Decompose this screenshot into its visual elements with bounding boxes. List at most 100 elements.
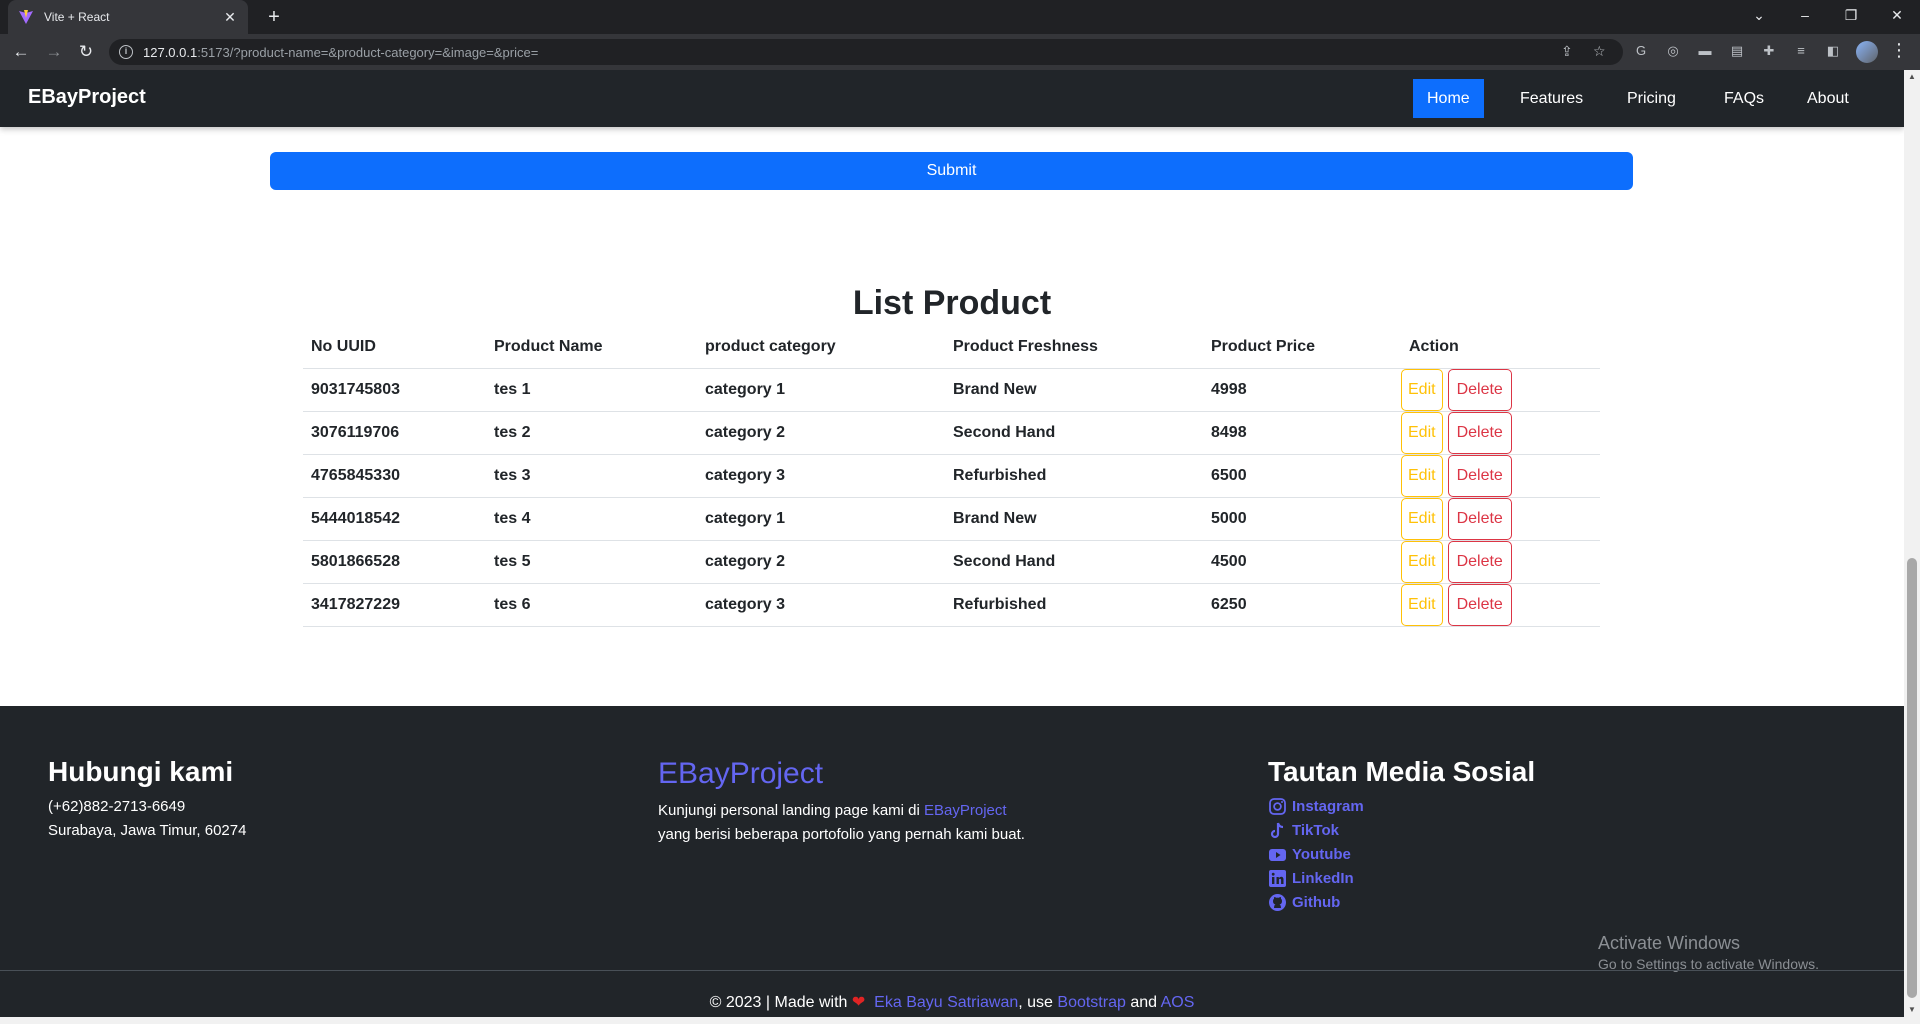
forward-icon[interactable]: →	[42, 40, 66, 64]
author-link[interactable]: Eka Bayu Satriawan	[874, 994, 1018, 1011]
edit-button[interactable]: Edit	[1401, 454, 1443, 497]
cell-uuid: 9031745803	[303, 368, 486, 412]
social-link-youtube[interactable]: Youtube	[1268, 845, 1351, 864]
share-icon[interactable]: ⇪	[1561, 43, 1573, 60]
url-path: :5173/?product-name=&product-category=&i…	[197, 44, 539, 60]
nav-link-faqs[interactable]: FAQs	[1710, 79, 1778, 118]
nav-link-home[interactable]: Home	[1413, 79, 1484, 118]
nav-link-about[interactable]: About	[1793, 79, 1863, 118]
cell-product-name: tes 3	[486, 454, 697, 498]
description-prefix: Kunjungi personal landing page kami di	[658, 802, 925, 819]
minimize-icon[interactable]: –	[1782, 0, 1828, 30]
delete-button[interactable]: Delete	[1447, 411, 1512, 454]
contact-address: Surabaya, Jawa Timur, 60274	[48, 822, 247, 839]
cell-product-category: category 2	[697, 540, 945, 584]
list-product-title: List Product	[852, 284, 1052, 322]
header-product-price: Product Price	[1203, 326, 1401, 369]
cell-action: Edit Delete	[1401, 583, 1600, 627]
tiktok-icon	[1268, 821, 1287, 840]
tab-search-icon[interactable]: ⌄	[1736, 0, 1782, 30]
bookmark-star-icon[interactable]: ☆	[1593, 43, 1606, 60]
ebayproject-link[interactable]: EBayProject	[924, 802, 1007, 819]
site-navbar: EBayProject Home Features Pricing FAQs A…	[0, 70, 1904, 127]
close-tab-icon[interactable]: ✕	[222, 9, 238, 26]
social-link-tiktok[interactable]: TikTok	[1268, 821, 1339, 840]
cell-product-category: category 3	[697, 454, 945, 498]
social-label: Github	[1292, 894, 1341, 911]
cell-action: Edit Delete	[1401, 540, 1600, 584]
cell-product-price: 5000	[1203, 497, 1401, 541]
reload-icon[interactable]: ↻	[74, 40, 98, 64]
social-label: LinkedIn	[1292, 870, 1354, 887]
scroll-up-arrow-icon[interactable]: ▲	[1904, 70, 1920, 84]
footer-brand-title: EBayProject	[658, 757, 824, 790]
cell-product-price: 6250	[1203, 583, 1401, 627]
social-label: TikTok	[1292, 822, 1339, 839]
cell-action: Edit Delete	[1401, 411, 1600, 455]
cell-uuid: 5801866528	[303, 540, 486, 584]
github-icon	[1268, 893, 1287, 912]
horizontal-scrollbar[interactable]	[0, 1017, 1920, 1024]
youtube-icon	[1268, 845, 1287, 864]
new-tab-icon[interactable]: +	[262, 5, 286, 29]
cell-product-category: category 3	[697, 583, 945, 627]
vertical-scrollbar[interactable]: ▲ ▼	[1904, 70, 1920, 1017]
puzzle-extensions-icon[interactable]: ✚	[1760, 42, 1778, 60]
nav-link-pricing[interactable]: Pricing	[1613, 79, 1690, 118]
edit-button[interactable]: Edit	[1401, 497, 1443, 540]
cell-product-freshness: Second Hand	[945, 411, 1203, 455]
cell-product-freshness: Brand New	[945, 497, 1203, 541]
delete-button[interactable]: Delete	[1447, 454, 1512, 497]
header-product-category: product category	[697, 326, 945, 369]
scroll-down-arrow-icon[interactable]: ▼	[1904, 1003, 1920, 1017]
delete-button[interactable]: Delete	[1447, 497, 1512, 540]
social-label: Youtube	[1292, 846, 1351, 863]
back-icon[interactable]: ←	[9, 40, 33, 64]
table-row: 5801866528 tes 5 category 2 Second Hand …	[303, 540, 1600, 584]
cell-product-price: 6500	[1203, 454, 1401, 498]
submit-button[interactable]: Submit	[270, 152, 1633, 190]
cell-product-freshness: Refurbished	[945, 454, 1203, 498]
side-panel-icon[interactable]: ◧	[1824, 42, 1842, 60]
cell-uuid: 3417827229	[303, 583, 486, 627]
social-link-instagram[interactable]: Instagram	[1268, 797, 1364, 816]
heart-icon: ❤	[851, 994, 866, 1011]
translate-extension-icon[interactable]: G	[1632, 42, 1650, 60]
browser-tab[interactable]: Vite + React ✕	[8, 0, 248, 34]
color-extension-icon[interactable]: ◎	[1664, 42, 1682, 60]
scrollbar-thumb[interactable]	[1907, 558, 1917, 998]
table-header-row: No UUID Product Name product category Pr…	[303, 326, 1600, 369]
delete-button[interactable]: Delete	[1447, 540, 1512, 583]
table-row: 3417827229 tes 6 category 3 Refurbished …	[303, 583, 1600, 627]
site-info-icon[interactable]: i	[119, 45, 133, 59]
cell-uuid: 3076119706	[303, 411, 486, 455]
address-bar[interactable]: i 127.0.0.1:5173/?product-name=&product-…	[109, 39, 1623, 65]
edit-button[interactable]: Edit	[1401, 368, 1443, 411]
extension-icon[interactable]: ▬	[1696, 42, 1714, 60]
browser-menu-icon[interactable]: ⋮	[1890, 40, 1908, 61]
close-window-icon[interactable]: ✕	[1874, 0, 1920, 30]
navbar-brand[interactable]: EBayProject	[28, 86, 146, 109]
edit-button[interactable]: Edit	[1401, 411, 1443, 454]
restore-icon[interactable]: ❐	[1828, 0, 1874, 30]
nav-link-features[interactable]: Features	[1506, 79, 1597, 118]
profile-avatar[interactable]	[1856, 41, 1878, 63]
social-link-github[interactable]: Github	[1268, 893, 1340, 912]
contact-phone: (+62)882-2713-6649	[48, 798, 186, 815]
cell-product-freshness: Brand New	[945, 368, 1203, 412]
aos-link[interactable]: AOS	[1161, 994, 1195, 1011]
delete-button[interactable]: Delete	[1447, 583, 1512, 626]
cell-product-name: tes 2	[486, 411, 697, 455]
reading-list-icon[interactable]: ≡	[1792, 42, 1810, 60]
edit-button[interactable]: Edit	[1401, 583, 1443, 626]
clipboard-extension-icon[interactable]: ▤	[1728, 42, 1746, 60]
social-label: Instagram	[1292, 798, 1364, 815]
header-uuid: No UUID	[303, 326, 486, 369]
footer-description: Kunjungi personal landing page kami di E…	[658, 802, 1007, 819]
cell-product-freshness: Second Hand	[945, 540, 1203, 584]
footer-description-line2: yang berisi beberapa portofolio yang per…	[658, 826, 1025, 843]
bootstrap-link[interactable]: Bootstrap	[1057, 994, 1125, 1011]
social-link-linkedin[interactable]: LinkedIn	[1268, 869, 1354, 888]
edit-button[interactable]: Edit	[1401, 540, 1443, 583]
delete-button[interactable]: Delete	[1447, 368, 1512, 411]
